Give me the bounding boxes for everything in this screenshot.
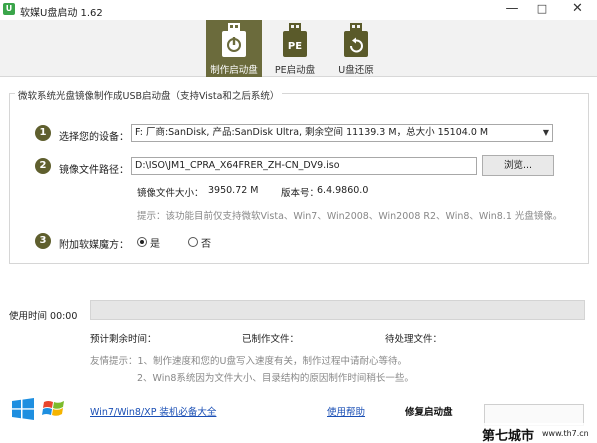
maximize-button[interactable]: □ (527, 0, 557, 20)
app-logo-icon: U (3, 3, 15, 15)
step-2-badge: 2 (35, 158, 51, 174)
version-label: 版本号： (281, 188, 320, 199)
addon-yes-radio[interactable] (137, 237, 147, 247)
device-label: 选择您的设备： (59, 132, 129, 143)
step-3-badge: 3 (35, 233, 51, 249)
supported-systems-tip: 提示：该功能目前仅支持微软Vista、Win7、Win2008、Win2008 … (137, 211, 563, 222)
image-size-label: 镜像文件大小： (137, 188, 204, 199)
svg-text:PE: PE (288, 41, 302, 52)
usb-power-icon (222, 23, 246, 57)
remaining-time-label: 预计剩余时间： (90, 334, 157, 345)
step-1-badge: 1 (35, 125, 51, 141)
main-toolbar: 制作启动盘 PE PE启动盘 U盘还原 (0, 20, 597, 77)
addon-no-radio[interactable] (188, 237, 198, 247)
watermark-text: 第七城市 (482, 429, 535, 443)
addon-label: 附加软媒魔方： (59, 240, 129, 251)
title-bar: U 软媒U盘启动 1.62 — □ ✕ (0, 0, 597, 20)
version-value: 6.4.9860.0 (317, 185, 369, 196)
files-pending-label: 待处理文件： (385, 334, 443, 345)
tab-usb-restore[interactable]: U盘还原 (328, 20, 384, 77)
win-essentials-link[interactable]: Win7/Win8/XP 装机必备大全 (90, 404, 216, 418)
tab-usb-restore-label: U盘还原 (338, 65, 374, 76)
watermark: 第七城市 www.th7.cn (480, 423, 597, 443)
image-path-input[interactable]: D:\ISO\JM1_CPRA_X64FRER_ZH-CN_DV9.iso (131, 157, 477, 175)
note-line-2: 2、Win8系统因为文件大小、目录结构的原因制作时间稍长一些。 (137, 373, 414, 384)
window-title: 软媒U盘启动 1.62 (20, 8, 103, 19)
device-select-value: F: 厂商:SanDisk, 产品:SanDisk Ultra, 剩余空间 11… (135, 127, 489, 138)
image-size-value: 3950.72 M (208, 185, 259, 196)
browse-button[interactable]: 浏览... (482, 155, 554, 176)
elapsed-time: 使用时间 00:00 (9, 311, 78, 322)
tab-make-boot-disk-label: 制作启动盘 (210, 65, 258, 76)
tab-pe-boot-disk-label: PE启动盘 (274, 65, 316, 76)
watermark-url: www.th7.cn (542, 429, 589, 438)
progress-bar (90, 300, 585, 320)
usb-pe-icon: PE (283, 23, 307, 57)
windows-10-logo-icon (12, 398, 34, 420)
repair-boot-disk-link[interactable]: 修复启动盘 (405, 404, 453, 418)
usb-restore-icon (344, 23, 368, 57)
help-link[interactable]: 使用帮助 (327, 404, 365, 418)
tab-pe-boot-disk[interactable]: PE PE启动盘 (267, 20, 323, 77)
tab-make-boot-disk[interactable]: 制作启动盘 (206, 20, 262, 77)
windows-7-logo-icon (42, 401, 64, 416)
addon-yes-label[interactable]: 是 (150, 235, 160, 250)
chevron-down-icon: ▼ (542, 128, 549, 137)
image-path-label: 镜像文件路径： (59, 165, 129, 176)
device-select[interactable]: F: 厂商:SanDisk, 产品:SanDisk Ultra, 剩余空间 11… (131, 124, 553, 142)
note-line-1: 友情提示：1、制作速度和您的U盘写入速度有关，制作过程中请耐心等待。 (90, 356, 407, 367)
addon-no-label[interactable]: 否 (201, 235, 211, 250)
close-button[interactable]: ✕ (558, 0, 597, 20)
group-title: 微软系统光盘镜像制作成USB启动盘（支持Vista和之后系统） (15, 88, 283, 102)
files-made-label: 已制作文件： (242, 334, 300, 345)
minimize-button[interactable]: — (497, 0, 527, 20)
